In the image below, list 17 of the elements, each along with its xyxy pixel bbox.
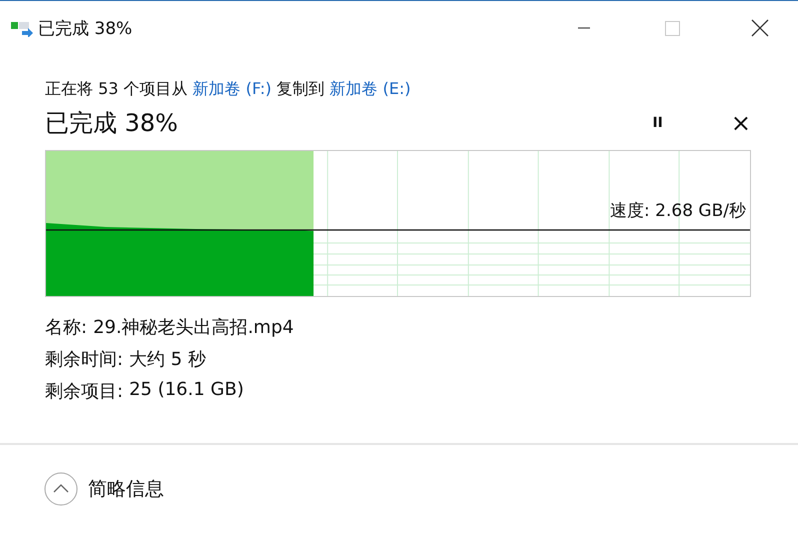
copy-icon [10,19,34,37]
progress-heading: 已完成 38% [45,108,178,139]
detail-label: 剩余时间: [45,348,124,371]
copy-description: 正在将 53 个项目从 新加卷 (F:) 复制到 新加卷 (E:) [45,79,412,100]
source-link[interactable]: 新加卷 (F:) [192,79,272,98]
detail-label: 剩余项目: [45,380,124,403]
detail-value: 25 (16.1 GB) [129,379,244,402]
detail-value: 大约 5 秒 [129,348,206,371]
pause-button[interactable]: II [648,115,667,131]
detail-label: 名称: [45,316,88,339]
destination-link[interactable]: 新加卷 (E:) [330,79,411,98]
cancel-button[interactable]: × [726,109,755,137]
details-toggle-label[interactable]: 简略信息 [88,476,164,502]
detail-value: 29.神秘老头出高招.mp4 [93,316,294,339]
window-title: 已完成 38% [38,18,132,40]
collapse-button[interactable] [44,472,78,506]
speed-label: 速度: 2.68 GB/秒 [610,200,746,222]
